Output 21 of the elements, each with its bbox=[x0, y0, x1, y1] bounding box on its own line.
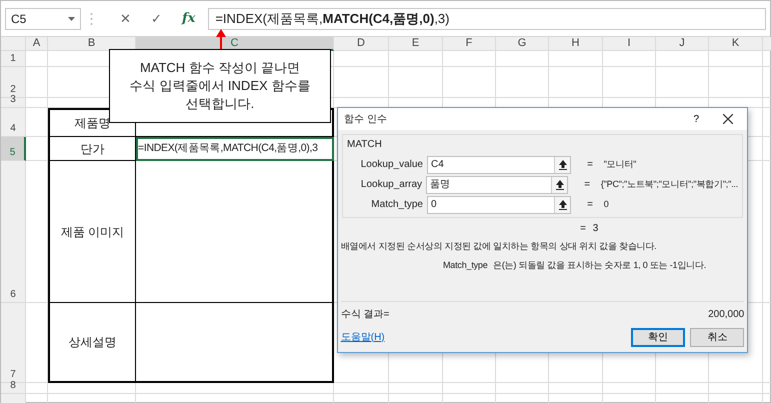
result-value: 200,000 bbox=[708, 308, 744, 322]
function-description: 배열에서 지정된 순서상의 지정된 값에 일치하는 항목의 상대 위치 값을 찾습니다. bbox=[340, 240, 656, 250]
table-label: 상세설명 bbox=[48, 303, 136, 383]
total-result: 3 bbox=[592, 222, 598, 236]
argument-name: Match_type bbox=[443, 259, 488, 272]
argument-result: {"PC";"노트북";"모니터";"복합기";"... bbox=[600, 178, 738, 191]
argument-result: "모니터" bbox=[604, 158, 636, 171]
argument-help: 은(는) 되돌릴 값을 표시하는 숫자로 1, 0 또는 -1입니다. bbox=[493, 259, 706, 272]
equals-sign: = bbox=[583, 178, 592, 192]
equals-sign: = bbox=[579, 222, 587, 236]
table-label: 단가 bbox=[48, 137, 136, 161]
table-label: 제품 이미지 bbox=[48, 161, 136, 303]
equals-sign: = bbox=[586, 198, 594, 212]
argument-result: 0 bbox=[604, 198, 609, 211]
group-title: MATCH bbox=[347, 138, 383, 152]
argument-label: Lookup_array bbox=[360, 178, 422, 192]
result-label: 수식 결과= bbox=[340, 308, 390, 322]
dialog-title: 함수 인수 bbox=[344, 112, 388, 126]
equals-sign: = bbox=[586, 158, 594, 172]
argument-label: Match_type bbox=[370, 198, 423, 212]
argument-label: Lookup_value bbox=[360, 158, 423, 172]
